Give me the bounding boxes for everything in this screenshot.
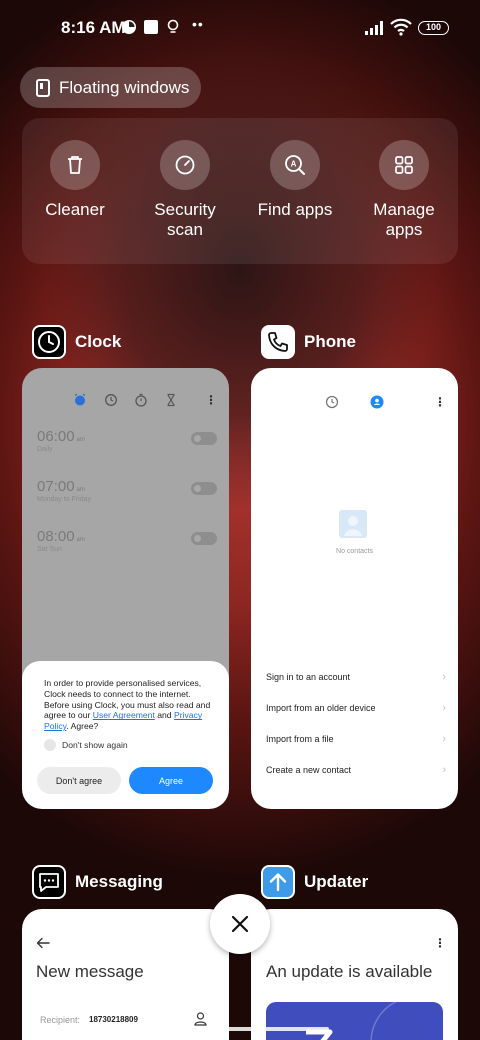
bulb-icon [165, 19, 181, 35]
update-banner [266, 1002, 443, 1040]
import-file-row[interactable]: Import from a file › [266, 729, 446, 749]
status-bar: 8:16 AM •• 100 [0, 0, 480, 56]
alarm-time: 07:00 [37, 478, 75, 495]
chevron-right-icon: › [442, 702, 446, 714]
alarm-suffix: am [76, 537, 85, 543]
clock-app-name: Clock [75, 332, 122, 351]
stopwatch-tab-icon[interactable] [134, 393, 148, 412]
floating-windows-label: Floating windows [59, 77, 190, 97]
svg-text:A: A [291, 160, 297, 169]
cleaner-button[interactable]: Cleaner [20, 140, 130, 220]
consent-text: In order to provide personalised service… [44, 678, 211, 732]
battery-indicator: 100 [418, 21, 449, 35]
alarm-toggle[interactable] [191, 432, 217, 445]
phone-more-icon[interactable]: ⋮ [434, 395, 446, 409]
home-indicator[interactable] [151, 1027, 329, 1031]
dont-show-again-label: Don't show again [62, 740, 128, 750]
phone-app-name: Phone [304, 332, 356, 351]
close-icon [231, 915, 249, 933]
alarm-row[interactable]: 08:00 am Sat Sun [37, 528, 217, 564]
wifi-icon [390, 18, 412, 41]
alarm-toggle[interactable] [191, 532, 217, 545]
alarm-days: Sat Sun [37, 546, 62, 553]
security-scan-icon [160, 140, 210, 190]
pie-chart-icon [121, 19, 137, 35]
alarm-toggle[interactable] [191, 482, 217, 495]
security-scan-button[interactable]: Security scan [130, 140, 240, 240]
clock-more-icon[interactable]: ⋮ [205, 393, 217, 407]
trash-icon [50, 140, 100, 190]
agree-button[interactable]: Agree [129, 767, 213, 794]
row-label: Sign in to an account [266, 672, 351, 682]
updater-app-card[interactable]: ⋮ An update is available [251, 909, 458, 1040]
empty-contacts-icon [339, 510, 367, 543]
alarm-row[interactable]: 06:00 am Daily [37, 428, 217, 464]
phone-app-card[interactable]: ⋮ No contacts Sign in to an account › Imp… [251, 368, 458, 809]
alarm-days: Daily [37, 446, 53, 453]
chevron-right-icon: › [442, 733, 446, 745]
recipient-label: Recipient: [40, 1015, 81, 1025]
floating-windows-button[interactable]: Floating windows [20, 67, 201, 108]
recipient-field[interactable]: 18730218809 [89, 1015, 138, 1024]
chevron-right-icon: › [442, 764, 446, 776]
messaging-app-header[interactable]: Messaging [32, 864, 163, 900]
world-clock-tab-icon[interactable] [104, 393, 118, 412]
new-message-title: New message [36, 962, 144, 981]
chevron-right-icon: › [442, 671, 446, 683]
clock-app-header[interactable]: Clock [32, 324, 121, 360]
alarm-tab-icon[interactable] [73, 393, 87, 412]
square-icon [143, 19, 159, 35]
close-all-button[interactable] [210, 894, 270, 954]
row-label: Import from a file [266, 734, 334, 744]
more-notifications-icon: •• [192, 16, 204, 32]
phone-icon [261, 325, 295, 359]
checkbox-circle[interactable] [44, 739, 56, 751]
dont-show-again-checkbox[interactable]: Don't show again [44, 739, 128, 751]
import-older-device-row[interactable]: Import from an older device › [266, 698, 446, 718]
clock-icon [32, 325, 66, 359]
update-available-title: An update is available [266, 962, 433, 981]
find-apps-icon: A [270, 140, 320, 190]
back-arrow-icon[interactable] [36, 936, 50, 954]
messaging-icon [32, 865, 66, 899]
alarm-time: 06:00 [37, 428, 75, 445]
user-agreement-link[interactable]: User Agreement [93, 710, 155, 720]
sign-in-account-row[interactable]: Sign in to an account › [266, 667, 446, 687]
status-time: 8:16 AM [61, 18, 126, 37]
phone-app-header[interactable]: Phone [261, 324, 356, 360]
row-label: Import from an older device [266, 703, 376, 713]
consent-dialog: In order to provide personalised service… [22, 661, 229, 809]
no-contacts-label: No contacts [336, 548, 373, 555]
updater-app-header[interactable]: Updater [261, 864, 368, 900]
find-apps-label: Find apps [257, 200, 333, 219]
manage-apps-label: Manage apps [373, 200, 435, 239]
alarm-row[interactable]: 07:00 am Monday to Friday [37, 478, 217, 514]
security-scan-label: Security scan [154, 200, 216, 239]
clock-app-card[interactable]: ⋮ 06:00 am Daily 07:00 am Monday to Friday… [22, 368, 229, 809]
alarm-time: 08:00 [37, 528, 75, 545]
recents-tab-icon[interactable] [325, 395, 339, 414]
updater-app-name: Updater [304, 872, 369, 891]
manage-apps-button[interactable]: Manage apps [349, 140, 459, 240]
messaging-app-name: Messaging [75, 872, 163, 891]
messaging-app-card[interactable]: New message Recipient: 18730218809 [22, 909, 229, 1040]
cleaner-label: Cleaner [45, 200, 105, 219]
floating-window-icon [36, 78, 50, 97]
alarm-suffix: am [76, 437, 85, 443]
signal-icon [364, 20, 386, 41]
create-contact-row[interactable]: Create a new contact › [266, 760, 446, 780]
row-label: Create a new contact [266, 765, 352, 775]
find-apps-button[interactable]: A Find apps [240, 140, 350, 220]
timer-tab-icon[interactable] [164, 393, 178, 412]
alarm-days: Monday to Friday [37, 496, 92, 503]
updater-more-icon[interactable]: ⋮ [434, 936, 446, 950]
contacts-tab-icon[interactable] [370, 395, 384, 414]
dont-agree-button[interactable]: Don't agree [37, 767, 121, 794]
alarm-suffix: am [76, 487, 85, 493]
grid-icon [379, 140, 429, 190]
updater-icon [261, 865, 295, 899]
